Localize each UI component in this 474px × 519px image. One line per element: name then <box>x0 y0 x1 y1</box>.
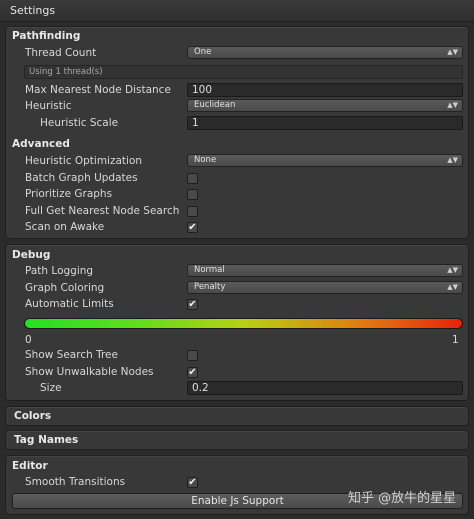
advanced-header[interactable]: Advanced <box>12 138 70 150</box>
dropdown-arrows-icon: ▲▼ <box>447 48 458 56</box>
tag-names-header: Tag Names <box>14 434 79 446</box>
dropdown-arrows-icon: ▲▼ <box>447 283 458 291</box>
full-get-nearest-checkbox[interactable] <box>187 206 198 217</box>
smooth-transitions-label: Smooth Transitions <box>25 476 126 488</box>
graph-coloring-dropdown[interactable]: Penalty ▲▼ <box>187 281 463 294</box>
pathfinding-header[interactable]: Pathfinding <box>12 30 80 42</box>
gradient-max-label: 1 <box>452 334 459 346</box>
gradient-min-label: 0 <box>25 334 32 346</box>
check-icon: ✔ <box>188 367 197 378</box>
automatic-limits-checkbox[interactable]: ✔ <box>187 299 198 310</box>
colors-foldout[interactable]: Colors <box>5 406 469 426</box>
debug-header[interactable]: Debug <box>12 249 50 261</box>
graph-coloring-value: Penalty <box>194 282 226 292</box>
automatic-limits-label: Automatic Limits <box>25 298 114 310</box>
window-title: Settings <box>0 0 474 22</box>
show-search-tree-checkbox[interactable] <box>187 350 198 361</box>
editor-header[interactable]: Editor <box>12 460 48 472</box>
heuristic-optimization-dropdown[interactable]: None ▲▼ <box>187 154 463 167</box>
batch-updates-label: Batch Graph Updates <box>25 172 138 184</box>
watermark-text: 知乎 @放牛的星星 <box>348 491 457 506</box>
heuristic-dropdown[interactable]: Euclidean ▲▼ <box>187 99 463 112</box>
path-logging-label: Path Logging <box>25 265 94 277</box>
path-logging-dropdown[interactable]: Normal ▲▼ <box>187 264 463 277</box>
dropdown-arrows-icon: ▲▼ <box>447 156 458 164</box>
heuristic-optimization-value: None <box>194 155 217 165</box>
scan-on-awake-label: Scan on Awake <box>25 221 105 233</box>
show-search-tree-label: Show Search Tree <box>25 349 118 361</box>
graph-coloring-label: Graph Coloring <box>25 282 105 294</box>
smooth-transitions-checkbox[interactable]: ✔ <box>187 477 198 488</box>
thread-info-box: Using 1 thread(s) <box>24 65 463 79</box>
show-unwalkable-checkbox[interactable]: ✔ <box>187 367 198 378</box>
check-icon: ✔ <box>188 222 197 233</box>
thread-count-value: One <box>194 47 212 57</box>
dropdown-arrows-icon: ▲▼ <box>447 101 458 109</box>
thread-count-label: Thread Count <box>25 47 97 59</box>
check-icon: ✔ <box>188 477 197 488</box>
max-nearest-field[interactable]: 100 <box>187 83 463 97</box>
size-label: Size <box>40 382 62 394</box>
tag-names-foldout[interactable]: Tag Names <box>5 430 469 450</box>
penalty-gradient-bar[interactable] <box>24 318 463 329</box>
batch-updates-checkbox[interactable] <box>187 173 198 184</box>
thread-count-dropdown[interactable]: One ▲▼ <box>187 46 463 59</box>
show-unwalkable-label: Show Unwalkable Nodes <box>25 366 154 378</box>
heuristic-scale-field[interactable]: 1 <box>187 116 463 130</box>
check-icon: ✔ <box>188 299 197 310</box>
prioritize-graphs-checkbox[interactable] <box>187 189 198 200</box>
size-field[interactable]: 0.2 <box>187 381 463 395</box>
prioritize-graphs-label: Prioritize Graphs <box>25 188 113 200</box>
colors-header: Colors <box>14 410 52 422</box>
dropdown-arrows-icon: ▲▼ <box>447 266 458 274</box>
full-get-nearest-label: Full Get Nearest Node Search <box>25 205 180 217</box>
heuristic-value: Euclidean <box>194 100 236 110</box>
scan-on-awake-checkbox[interactable]: ✔ <box>187 222 198 233</box>
max-nearest-label: Max Nearest Node Distance <box>25 84 171 96</box>
heuristic-label: Heuristic <box>25 100 72 112</box>
path-logging-value: Normal <box>194 265 225 275</box>
heuristic-optimization-label: Heuristic Optimization <box>25 155 143 167</box>
heuristic-scale-label: Heuristic Scale <box>40 117 119 129</box>
